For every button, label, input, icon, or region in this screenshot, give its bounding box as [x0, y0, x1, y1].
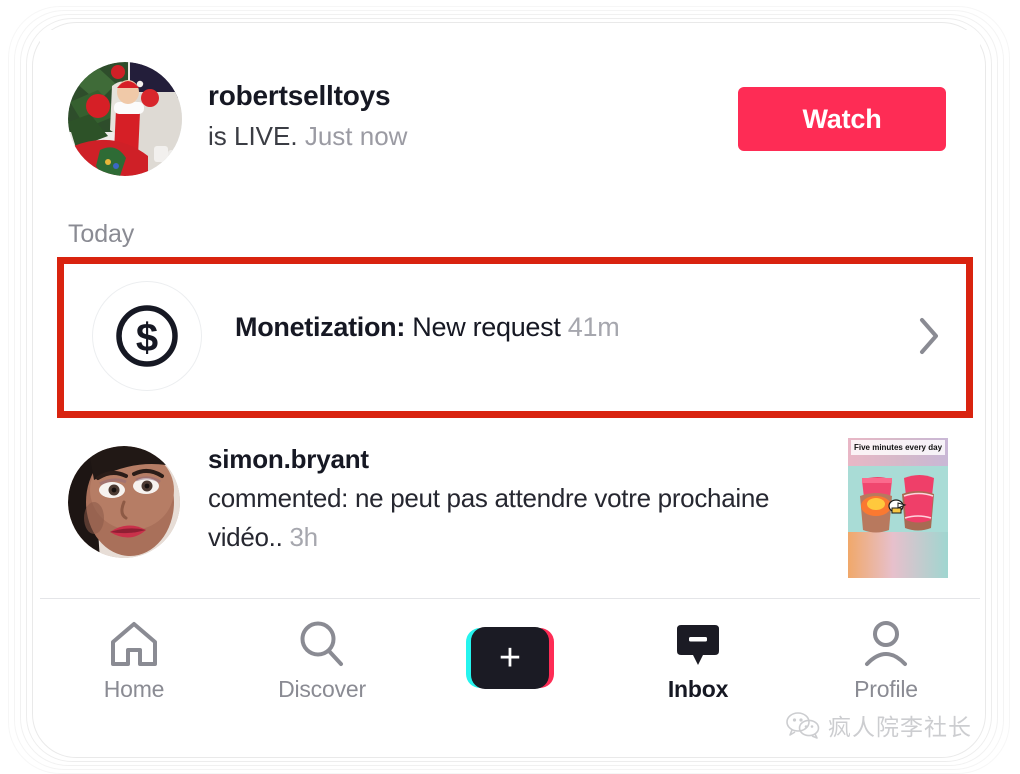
- thumbnail-caption: Five minutes every day: [851, 440, 945, 455]
- avatar[interactable]: [68, 62, 182, 176]
- live-status-text: is LIVE.: [208, 121, 298, 151]
- woman-portrait-avatar: [68, 446, 180, 558]
- nav-label-home: Home: [103, 676, 165, 702]
- wechat-icon: [786, 712, 820, 739]
- create-plus-icon: +: [466, 626, 554, 689]
- monetization-notification-row[interactable]: $ Monetization: New request 41m: [64, 264, 966, 411]
- section-header-today: Today: [68, 220, 135, 248]
- comment-notification-row[interactable]: simon.bryant commented: ne peut pas atte…: [40, 428, 980, 598]
- nav-label-inbox: Inbox: [667, 676, 729, 702]
- dollar-sign-icon: $: [116, 305, 178, 367]
- watermark: 疯人院李社长: [786, 708, 972, 742]
- live-username: robertselltoys: [208, 80, 391, 111]
- comment-timestamp: 3h: [289, 522, 318, 552]
- monetization-timestamp: 41m: [567, 312, 620, 342]
- live-notification-text: robertselltoys is LIVE. Just now: [208, 78, 728, 154]
- nav-item-create[interactable]: +: [416, 599, 604, 720]
- watch-button[interactable]: Watch: [738, 87, 946, 151]
- monetization-message: Monetization: New request 41m: [235, 312, 620, 343]
- live-status-line: is LIVE. Just now: [208, 118, 728, 154]
- svg-text:$: $: [136, 316, 158, 360]
- comment-body: simon.bryant commented: ne peut pas atte…: [208, 440, 808, 557]
- nav-item-home[interactable]: Home: [40, 599, 228, 720]
- video-thumbnail[interactable]: Five minutes every day: [848, 438, 948, 578]
- nav-item-discover[interactable]: Discover: [228, 599, 416, 720]
- nav-label-profile: Profile: [854, 676, 918, 702]
- nav-item-profile[interactable]: Profile: [792, 599, 980, 720]
- live-notification-row[interactable]: robertselltoys is LIVE. Just now Watch: [40, 30, 980, 195]
- device-frame: robertselltoys is LIVE. Just now Watch T…: [0, 0, 1020, 770]
- search-icon: [297, 616, 347, 672]
- comment-message: commented: ne peut pas attendre votre pr…: [208, 479, 808, 557]
- avatar[interactable]: [68, 446, 180, 558]
- workout-thumbnail-image: [848, 438, 948, 578]
- christmas-stocking-avatar: [68, 62, 182, 176]
- inbox-bubble-icon: [673, 616, 723, 672]
- nav-item-inbox[interactable]: Inbox: [604, 599, 792, 720]
- home-icon: [108, 616, 160, 672]
- comment-username: simon.bryant: [208, 444, 369, 474]
- monetization-highlight-box: $ Monetization: New request 41m: [57, 257, 973, 418]
- chevron-right-icon[interactable]: [918, 316, 940, 361]
- monetization-detail: New request: [412, 312, 561, 342]
- person-icon: [861, 616, 911, 672]
- watermark-text: 疯人院李社长: [828, 715, 972, 741]
- nav-label-discover: Discover: [278, 676, 366, 702]
- live-timestamp: Just now: [304, 121, 408, 151]
- plus-icon: +: [498, 636, 522, 679]
- bottom-navigation-bar: Home Discover + Inbox Profile: [40, 599, 980, 720]
- dollar-circle-icon: $: [92, 281, 202, 391]
- phone-screen: robertselltoys is LIVE. Just now Watch T…: [40, 30, 980, 720]
- monetization-title: Monetization:: [235, 312, 406, 342]
